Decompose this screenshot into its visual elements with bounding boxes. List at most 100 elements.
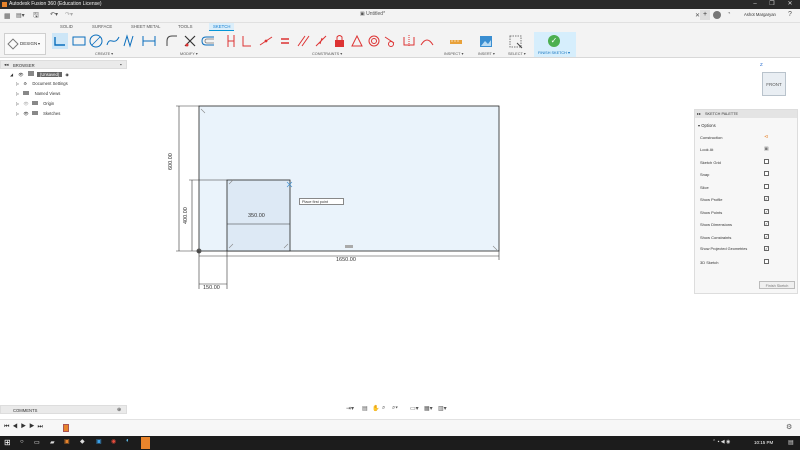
file-menu-icon[interactable]: ▤▾: [16, 12, 25, 19]
look-at-nav-icon[interactable]: ▤: [362, 405, 368, 412]
minimize-button[interactable]: –: [746, 0, 764, 9]
zoom-window-icon[interactable]: ⌕▾: [392, 405, 398, 412]
measure-tool-icon[interactable]: [450, 40, 462, 44]
tab-surface[interactable]: SURFACE: [92, 24, 112, 29]
polygon-tool-icon[interactable]: [123, 34, 134, 48]
concentric-constraint-icon[interactable]: [368, 35, 380, 47]
save-icon[interactable]: 🖫: [33, 11, 39, 22]
construction-toggle-icon[interactable]: ⊲: [764, 134, 768, 140]
file-explorer-icon[interactable]: ▰: [50, 439, 55, 446]
browser-panel-header[interactable]: ◂◂ BROWSER ▪: [0, 60, 127, 69]
trim-tool-icon[interactable]: [184, 35, 196, 47]
tab-solid[interactable]: SOLID: [60, 24, 73, 29]
inner-height-dimension-label[interactable]: 400.00: [183, 207, 189, 224]
orbit-icon[interactable]: ⇥▾: [346, 405, 354, 412]
comments-panel-header[interactable]: COMMENTS ⊕: [0, 405, 127, 414]
add-comment-icon[interactable]: ⊕: [117, 407, 121, 413]
inner-width-dimension-label[interactable]: 350.00: [248, 213, 265, 219]
fix-constraint-icon[interactable]: [335, 35, 344, 48]
show-profile-checkbox[interactable]: ✓: [764, 196, 769, 201]
search-icon[interactable]: ○: [20, 439, 24, 445]
total-width-dimension-label[interactable]: 1650.00: [336, 257, 356, 263]
create-group-label[interactable]: CREATE ▾: [95, 51, 113, 56]
activate-radio-icon[interactable]: ◉: [65, 72, 69, 77]
equal-constraint-icon[interactable]: [281, 38, 289, 44]
fillet-tool-icon[interactable]: [166, 35, 177, 46]
offset-dimension-label[interactable]: 150.00: [203, 285, 220, 291]
perpendicular-constraint-icon[interactable]: [315, 35, 327, 47]
close-window-button[interactable]: ✕: [781, 0, 799, 9]
dimension-tool-icon[interactable]: [227, 35, 235, 47]
steam-icon[interactable]: ◐: [126, 438, 130, 444]
rectangle-tool-icon[interactable]: [72, 36, 86, 46]
select-group-label[interactable]: SELECT ▾: [508, 51, 526, 56]
3d-sketch-checkbox[interactable]: [764, 259, 769, 264]
sketch-grid-checkbox[interactable]: [764, 159, 769, 164]
collapse-browser-icon[interactable]: ◂◂: [4, 62, 9, 68]
undo-icon[interactable]: ↶▾: [50, 11, 58, 18]
grid-settings-icon[interactable]: ▦▾: [424, 405, 433, 412]
midpoint-constraint-icon[interactable]: [351, 34, 363, 47]
spline-tool-icon[interactable]: [106, 36, 120, 46]
parallel-constraint-icon[interactable]: [297, 35, 310, 47]
timeline-settings-gear-icon[interactable]: ⚙: [786, 423, 792, 431]
line-tool-icon[interactable]: [52, 33, 68, 49]
app-icon-2[interactable]: ◆: [80, 438, 85, 445]
offset-tool-icon[interactable]: [201, 36, 214, 46]
tray-icons[interactable]: ⌃ ▪ ◀ ◉: [712, 439, 730, 445]
front-face[interactable]: FRONT: [762, 72, 786, 96]
browser-pin-icon[interactable]: ▪: [120, 62, 122, 67]
finish-sketch-palette-button[interactable]: Finish Sketch: [759, 281, 795, 289]
document-tab[interactable]: ▣ Untitled*: [360, 11, 385, 17]
pan-icon[interactable]: ✋: [372, 405, 379, 412]
curvature-constraint-icon[interactable]: [420, 39, 434, 46]
show-projected-checkbox[interactable]: ✓: [764, 246, 769, 251]
viewports-icon[interactable]: ▥▾: [438, 405, 447, 412]
redo-icon[interactable]: ↷▾: [65, 11, 73, 18]
slot-tool-icon[interactable]: [142, 36, 156, 46]
modify-group-label[interactable]: MODIFY ▾: [180, 51, 198, 56]
browser-item-named-views[interactable]: ▷ Named Views: [16, 91, 60, 96]
workspace-switcher[interactable]: DESIGN ▾: [4, 33, 46, 55]
slice-checkbox[interactable]: [764, 184, 769, 189]
options-section-header[interactable]: ▾ Options: [698, 123, 716, 128]
show-constraints-checkbox[interactable]: ✓: [764, 234, 769, 239]
expand-arrow-icon[interactable]: ▷: [16, 111, 19, 116]
fusion-taskbar-icon[interactable]: [141, 437, 150, 449]
symmetry-constraint-icon[interactable]: [403, 35, 415, 47]
view-cube[interactable]: Z FRONT: [760, 62, 786, 96]
finish-sketch-button[interactable]: ✓ FINISH SKETCH ▾: [534, 32, 576, 57]
windows-start-icon[interactable]: ⊞: [4, 438, 11, 447]
coincident-constraint-icon[interactable]: [242, 36, 251, 47]
visibility-eye-icon[interactable]: 👁: [23, 111, 28, 116]
collapse-arrow-icon[interactable]: ◢: [10, 72, 13, 77]
collinear-constraint-icon[interactable]: [259, 36, 273, 46]
app-icon-3[interactable]: ▣: [96, 438, 102, 445]
visibility-eye-icon[interactable]: 👁: [23, 101, 28, 106]
notifications-icon[interactable]: ◔: [727, 11, 731, 17]
display-settings-icon[interactable]: ▭▾: [410, 405, 419, 412]
show-points-checkbox[interactable]: ✓: [764, 209, 769, 214]
browser-item-origin[interactable]: ▷ 👁 Origin: [16, 101, 54, 107]
tab-tools[interactable]: TOOLS: [178, 24, 193, 29]
root-component-name[interactable]: (Unsaved): [36, 72, 63, 77]
height-dimension-label[interactable]: 600.00: [168, 153, 174, 170]
inspect-group-label[interactable]: INSPECT ▾: [444, 51, 463, 56]
browser-item-document-settings[interactable]: ▷ ⚙ Document Settings: [16, 81, 68, 86]
insert-image-icon[interactable]: [480, 36, 492, 47]
visibility-eye-icon[interactable]: 👁: [18, 72, 23, 77]
zoom-icon[interactable]: ⌕: [382, 405, 385, 412]
app-icon[interactable]: ▣: [64, 438, 70, 445]
timeline-sketch-feature-icon[interactable]: [63, 424, 69, 432]
tab-sketch[interactable]: SKETCH: [209, 23, 235, 31]
taskbar-clock[interactable]: 10:15 PM: [754, 440, 773, 445]
select-tool-icon[interactable]: [509, 35, 523, 49]
look-at-icon[interactable]: ▣: [764, 146, 769, 152]
user-name[interactable]: Ashot Margaryan: [744, 12, 776, 17]
notification-center-icon[interactable]: ▤: [788, 439, 794, 446]
app-icon-4[interactable]: ◉: [111, 438, 116, 445]
insert-group-label[interactable]: INSERT ▾: [478, 51, 495, 56]
new-tab-button[interactable]: +: [700, 10, 710, 20]
palette-header[interactable]: ▸▸ SKETCH PALETTE: [695, 110, 797, 118]
snap-checkbox[interactable]: [764, 171, 769, 176]
